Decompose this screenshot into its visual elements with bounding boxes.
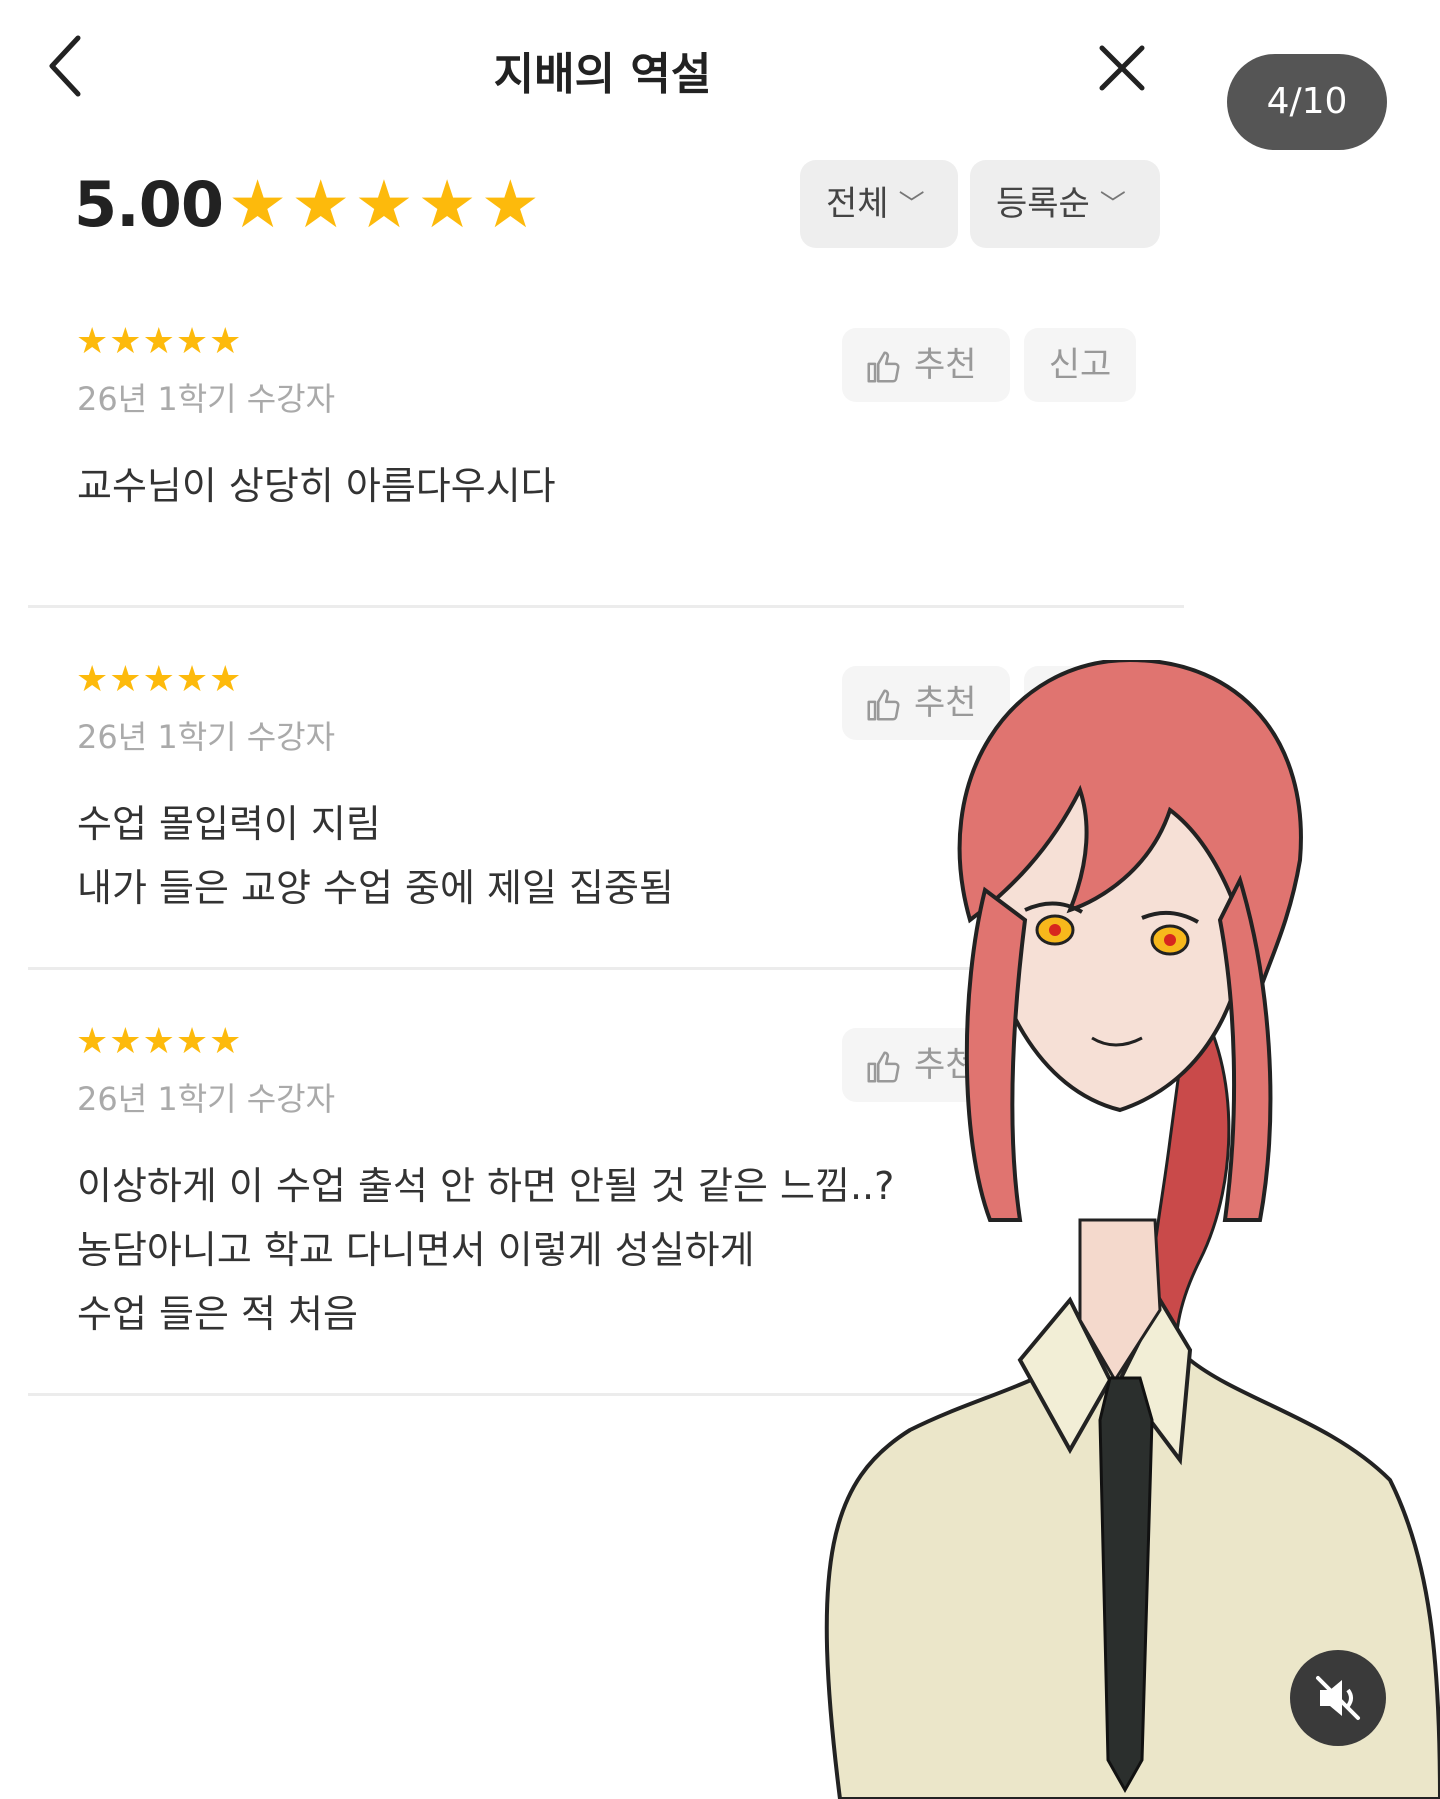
review-line: 교수님이 상당히 아름다우시다 [77,464,556,508]
close-icon [1099,45,1145,91]
star-icon: ★ [209,659,242,700]
like-label: 추천 [914,345,977,385]
like-button[interactable]: 추천 [842,328,1010,402]
star-icon: ★ [142,1021,175,1062]
character-illustration [824,660,1440,1799]
average-score: 5.00 [74,168,224,241]
star-icon: ★ [175,321,209,362]
star-icon: ★ [480,166,540,243]
review-text: 수업 몰입력이 지림 내가 들은 교양 수업 중에 제일 집중됨 [77,792,674,920]
review-stars: ★★★★★ [76,1024,242,1060]
star-icon: ★ [76,659,109,700]
star-icon: ★ [209,321,242,362]
star-icon: ★ [291,166,351,243]
star-icon: ★ [175,659,209,700]
report-label: 신고 [1048,345,1112,385]
sort-filter-dropdown[interactable]: 등록순 ﹀ [970,160,1160,248]
review-item: ★★★★★ 26년 1학기 수강자 교수님이 상당히 아름다우시다 추천 신고 [0,324,1205,604]
review-semester: 26년 1학기 수강자 [77,380,336,418]
star-icon: ★ [109,659,142,700]
review-line: 내가 들은 교양 수업 중에 제일 집중됨 [77,866,674,910]
page-title: 지배의 역설 [493,49,712,100]
page-indicator: 4/10 [1227,54,1387,150]
star-icon: ★ [142,659,175,700]
star-icon: ★ [228,166,288,243]
review-stars: ★★★★★ [76,324,242,360]
report-button[interactable]: 신고 [1024,328,1136,402]
review-semester: 26년 1학기 수강자 [77,1080,336,1118]
star-icon: ★ [354,166,414,243]
star-icon: ★ [209,1021,242,1062]
average-stars: ★★★★★ [228,172,544,238]
review-stars: ★★★★★ [76,662,242,698]
star-icon: ★ [76,1021,109,1062]
review-semester: 26년 1학기 수강자 [77,718,336,756]
header-bar: 지배의 역설 [0,0,1205,140]
star-icon: ★ [142,321,175,362]
star-icon: ★ [417,166,477,243]
mute-button[interactable] [1290,1650,1386,1746]
review-line: 수업 몰입력이 지림 [77,802,381,846]
divider [28,605,1184,608]
thumbs-up-icon [867,350,900,383]
chevron-down-icon: ﹀ [898,190,925,220]
close-button[interactable] [1092,38,1152,98]
scope-filter-dropdown[interactable]: 전체 ﹀ [800,160,958,248]
scope-filter-label: 전체 [826,184,889,224]
star-icon: ★ [76,321,109,362]
star-icon: ★ [175,1021,209,1062]
sort-filter-label: 등록순 [996,184,1090,224]
review-text: 교수님이 상당히 아름다우시다 [77,454,556,518]
star-icon: ★ [109,1021,142,1062]
star-icon: ★ [109,321,142,362]
muted-speaker-icon [1316,1676,1360,1720]
chevron-down-icon: ﹀ [1099,190,1126,220]
